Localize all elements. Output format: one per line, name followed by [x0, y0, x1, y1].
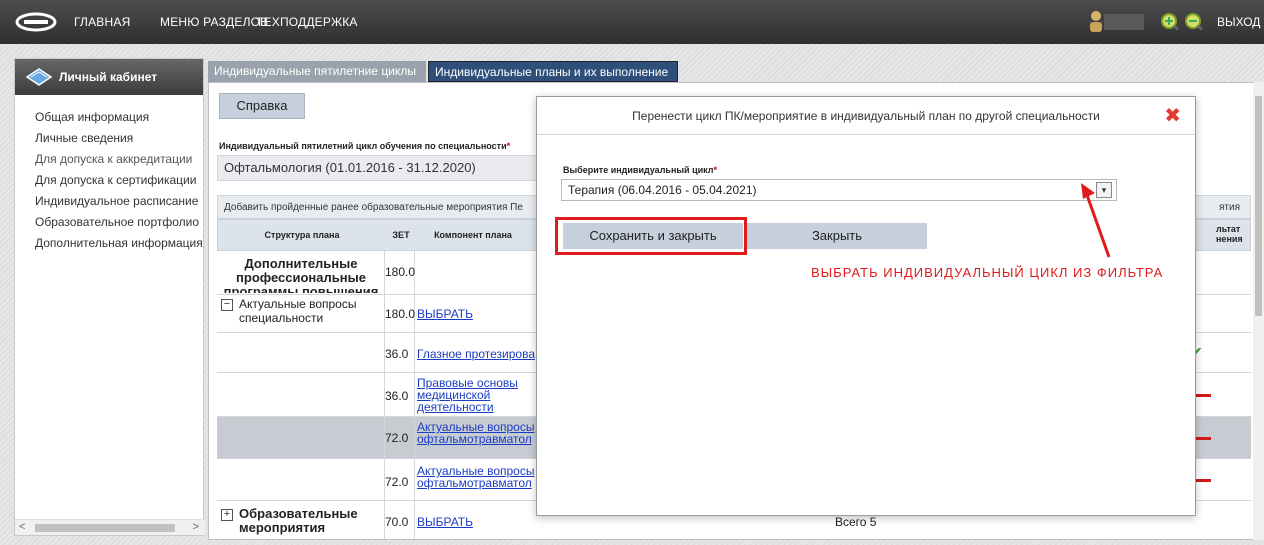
exit-link[interactable]: ВЫХОД: [1217, 15, 1260, 29]
main-vertical-scrollbar[interactable]: [1253, 82, 1264, 540]
add-past-events-link[interactable]: Добавить пройденные ранее образовательны…: [224, 202, 523, 213]
component-link[interactable]: Правовые основы медицинской деятельности: [417, 377, 518, 414]
dialog-title: Перенести цикл ПК/мероприятие в индивиду…: [632, 109, 1100, 123]
zoom-out-icon[interactable]: [1184, 12, 1204, 32]
expand-icon[interactable]: +: [221, 509, 233, 521]
tab-five-year-cycles[interactable]: Индивидуальные пятилетние циклы: [208, 61, 426, 82]
transfer-dialog: Перенести цикл ПК/мероприятие в индивиду…: [536, 96, 1196, 516]
sidebar-item-additional-info[interactable]: Дополнительная информация: [15, 233, 203, 254]
component-link[interactable]: Актуальные вопросы офтальмотравматол: [417, 421, 534, 446]
sidebar-item-certification[interactable]: Для допуска к сертификации: [15, 170, 203, 191]
sidebar-horizontal-scrollbar[interactable]: < >: [15, 519, 205, 535]
row-title: Актуальные вопросы специальности: [239, 297, 357, 325]
select-link[interactable]: ВЫБРАТЬ: [417, 307, 473, 321]
top-navigation-bar: ГЛАВНАЯ МЕНЮ РАЗДЕЛОВ ТЕХПОДДЕРЖКА ВЫХОД: [0, 0, 1264, 44]
tab-individual-plans[interactable]: Индивидуальные планы и их выполнение: [428, 61, 678, 82]
book-icon: [25, 68, 53, 86]
scrollbar-thumb[interactable]: [1255, 96, 1262, 316]
sidebar-item-accreditation[interactable]: Для допуска к аккредитации: [15, 149, 203, 170]
header-zet: ЗЕТ: [392, 230, 410, 240]
user-icon[interactable]: [1089, 10, 1103, 32]
nav-support[interactable]: ТЕХПОДДЕРЖКА: [256, 15, 358, 29]
scroll-right-icon[interactable]: >: [193, 521, 199, 533]
dash-icon: [1195, 437, 1211, 440]
sidebar-item-personal-info[interactable]: Личные сведения: [15, 128, 203, 149]
row-title: Дополнительные профессиональные программ…: [223, 257, 379, 293]
dash-icon: [1195, 479, 1211, 482]
sidebar-header[interactable]: Личный кабинет: [15, 59, 203, 95]
sidebar-item-portfolio[interactable]: Образовательное портфолио: [15, 212, 203, 233]
user-name-box[interactable]: [1104, 14, 1144, 30]
help-button[interactable]: Справка: [219, 93, 305, 119]
header-structure: Структура плана: [264, 230, 340, 240]
row-zet: 70.0: [385, 515, 409, 529]
header-component: Компонент плана: [434, 230, 512, 240]
annotation-text: ВЫБРАТЬ ИНДИВИДУАЛЬНЫЙ ЦИКЛ ИЗ ФИЛЬТРА: [811, 265, 1164, 280]
zoom-in-icon[interactable]: [1160, 12, 1180, 32]
select-link[interactable]: ВЫБРАТЬ: [417, 515, 473, 529]
cycle-select-label: Выберите индивидуальный цикл*: [563, 165, 718, 175]
scroll-left-icon[interactable]: <: [19, 521, 25, 533]
collapse-icon[interactable]: −: [221, 299, 233, 311]
nav-sections-menu[interactable]: МЕНЮ РАЗДЕЛОВ: [160, 15, 268, 29]
row-zet: 180.0: [385, 265, 416, 279]
cycle-field-value[interactable]: Офтальмология (01.01.2016 - 31.12.2020): [217, 155, 547, 181]
cycle-select[interactable]: Терапия (06.04.2016 - 05.04.2021) ▾: [561, 179, 1117, 201]
logo-icon[interactable]: [14, 12, 58, 32]
sidebar: Личный кабинет Общая информация Личные с…: [14, 58, 205, 536]
row-zet: 180.0: [385, 307, 416, 321]
row-zet: 36.0: [385, 389, 409, 403]
sidebar-item-schedule[interactable]: Индивидуальное расписание: [15, 191, 203, 212]
component-link[interactable]: Актуальные вопросы офтальмотравматол: [417, 465, 534, 490]
sidebar-title: Личный кабинет: [59, 70, 158, 84]
toolbar-right-text: ятия: [1219, 202, 1240, 213]
cycle-field-label: Индивидуальный пятилетний цикл обучения …: [219, 141, 511, 151]
dialog-header: Перенести цикл ПК/мероприятие в индивиду…: [537, 97, 1195, 135]
annotation-arrow-icon: [1081, 183, 1111, 258]
row-zet: 36.0: [385, 347, 409, 361]
save-and-close-button[interactable]: Сохранить и закрыть: [563, 223, 743, 249]
header-result: льтат нения: [1216, 224, 1243, 244]
close-button[interactable]: Закрыть: [747, 223, 927, 249]
cycle-select-value: Терапия (06.04.2016 - 05.04.2021): [568, 183, 757, 197]
nav-home[interactable]: ГЛАВНАЯ: [74, 15, 130, 29]
row-title: Образовательные мероприятия: [239, 506, 358, 535]
close-icon[interactable]: ✖: [1164, 106, 1181, 126]
sidebar-item-general-info[interactable]: Общая информация: [15, 107, 203, 128]
component-link[interactable]: Глазное протезирова: [417, 347, 535, 361]
row-zet: 72.0: [385, 431, 409, 445]
scrollbar-thumb[interactable]: [35, 524, 175, 532]
total-count: Всего 5: [835, 515, 877, 529]
row-zet: 72.0: [385, 475, 409, 489]
dash-icon: [1195, 394, 1211, 397]
